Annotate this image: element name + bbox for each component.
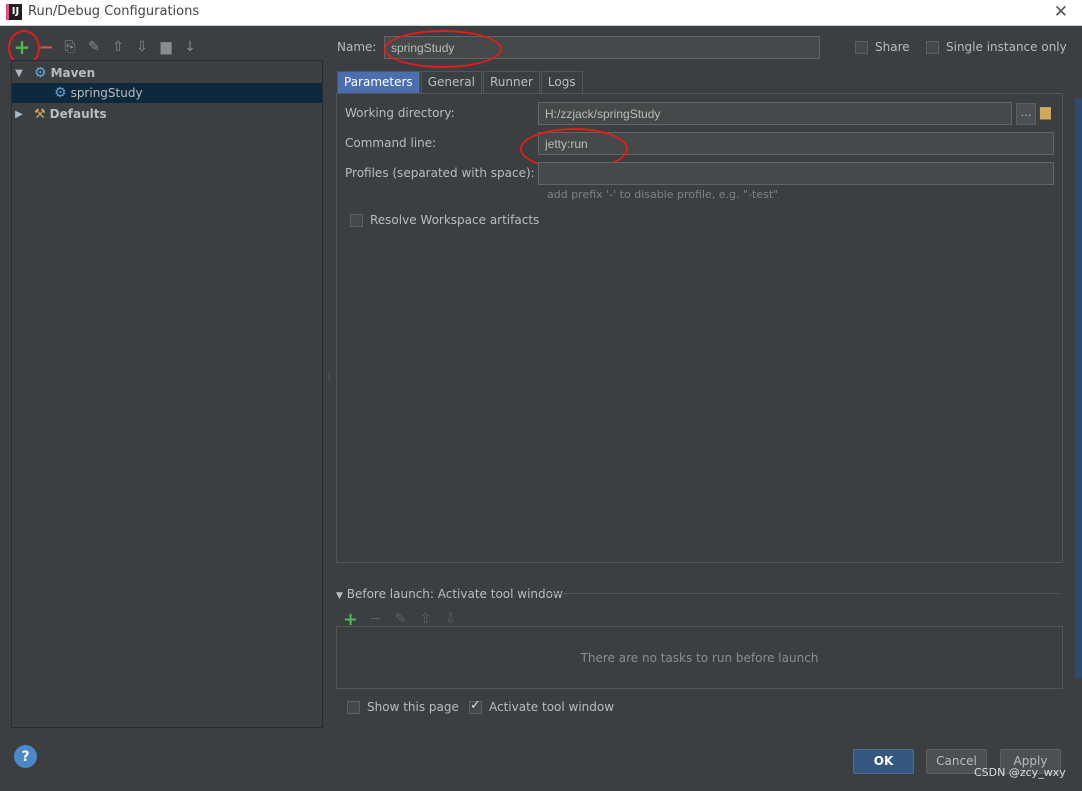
configurations-tree: ▼ ⚙ Maven ⚙ springStudy ▶ ⚒ Defaults (11, 60, 323, 728)
show-page-label: Show this page (367, 700, 459, 714)
tree-item-label: Maven (50, 66, 96, 80)
expand-arrow-icon[interactable]: ▼ (12, 68, 26, 79)
tree-item-springstudy[interactable]: ⚙ springStudy (12, 83, 322, 103)
working-directory-input[interactable] (538, 102, 1012, 125)
move-up-icon[interactable]: ⇧ (106, 36, 130, 58)
single-instance-checkbox[interactable]: Single instance only (926, 40, 1067, 54)
before-launch-tasks: There are no tasks to run before launch (336, 626, 1063, 689)
tab-parameters[interactable]: Parameters (337, 71, 420, 93)
before-launch-label: Before launch: Activate tool window (346, 587, 563, 601)
remove-configuration-button[interactable]: − (34, 36, 58, 58)
config-tabs: Parameters General Runner Logs (337, 71, 584, 93)
intellij-app-icon: IJ (6, 4, 22, 20)
name-input[interactable] (384, 36, 820, 59)
collapse-arrow-icon[interactable]: ▶ (12, 109, 26, 120)
edit-defaults-icon[interactable]: ✎ (82, 36, 106, 58)
profiles-input[interactable] (538, 162, 1054, 185)
share-label: Share (875, 40, 910, 54)
before-launch-header[interactable]: ▼ Before launch: Activate tool window (336, 587, 563, 601)
browse-button[interactable]: ... (1016, 103, 1036, 125)
command-line-input[interactable] (538, 132, 1054, 155)
empty-tasks-text: There are no tasks to run before launch (580, 650, 819, 665)
move-down-icon[interactable]: ⇩ (130, 36, 154, 58)
configurations-toolbar: + − ⎘ ✎ ⇧ ⇩ ▆ ↓ (10, 34, 202, 60)
command-line-label: Command line: (345, 136, 437, 150)
tab-general[interactable]: General (420, 71, 482, 93)
splitter-handle[interactable]: ⋮ ⋮ (325, 371, 333, 389)
resolve-label: Resolve Workspace artifacts (370, 213, 540, 227)
working-directory-label: Working directory: (345, 106, 455, 120)
share-check-box[interactable] (855, 41, 868, 54)
ok-button[interactable]: OK (853, 749, 914, 774)
tab-logs[interactable]: Logs (540, 71, 583, 93)
activate-label: Activate tool window (489, 700, 615, 714)
before-launch-divider (545, 593, 1060, 594)
close-icon[interactable]: ✕ (1054, 2, 1068, 22)
name-label: Name: (337, 40, 377, 54)
tab-runner[interactable]: Runner (482, 71, 540, 93)
add-configuration-button[interactable]: + (10, 35, 34, 59)
folder-browse-icon[interactable]: ▆ (1040, 104, 1051, 120)
single-instance-label: Single instance only (946, 40, 1067, 54)
profiles-hint: add prefix '-' to disable profile, e.g. … (547, 188, 779, 201)
activate-tool-window-checkbox[interactable]: Activate tool window (469, 698, 615, 714)
resolve-check-box[interactable] (350, 214, 363, 227)
copy-configuration-icon[interactable]: ⎘ (58, 36, 82, 58)
help-button[interactable]: ? (14, 745, 37, 768)
tree-item-maven[interactable]: ▼ ⚙ Maven (12, 63, 322, 83)
folder-icon[interactable]: ▆ (154, 36, 178, 58)
sort-icon[interactable]: ↓ (178, 36, 202, 58)
show-page-check-box[interactable] (347, 701, 360, 714)
single-instance-check-box[interactable] (926, 41, 939, 54)
show-page-checkbox[interactable]: Show this page (347, 700, 459, 714)
window-title: Run/Debug Configurations (28, 4, 200, 19)
profiles-label: Profiles (separated with space): (345, 166, 535, 180)
resolve-workspace-checkbox[interactable]: Resolve Workspace artifacts (350, 213, 539, 227)
activate-check-box[interactable] (469, 698, 482, 714)
background-window-edge (1075, 98, 1082, 678)
maven-gear-icon: ⚙ (54, 85, 67, 101)
tree-item-label: springStudy (70, 86, 143, 100)
share-checkbox[interactable]: Share (855, 40, 910, 54)
maven-gear-icon: ⚙ (34, 65, 47, 81)
defaults-tools-icon: ⚒ (34, 106, 46, 122)
watermark: CSDN @zcy_wxy (974, 766, 1066, 779)
tree-item-label: Defaults (49, 107, 107, 121)
collapse-arrow-icon[interactable]: ▼ (336, 591, 343, 601)
title-bar: IJ Run/Debug Configurations ✕ (0, 0, 1082, 26)
tree-item-defaults[interactable]: ▶ ⚒ Defaults (12, 104, 322, 124)
